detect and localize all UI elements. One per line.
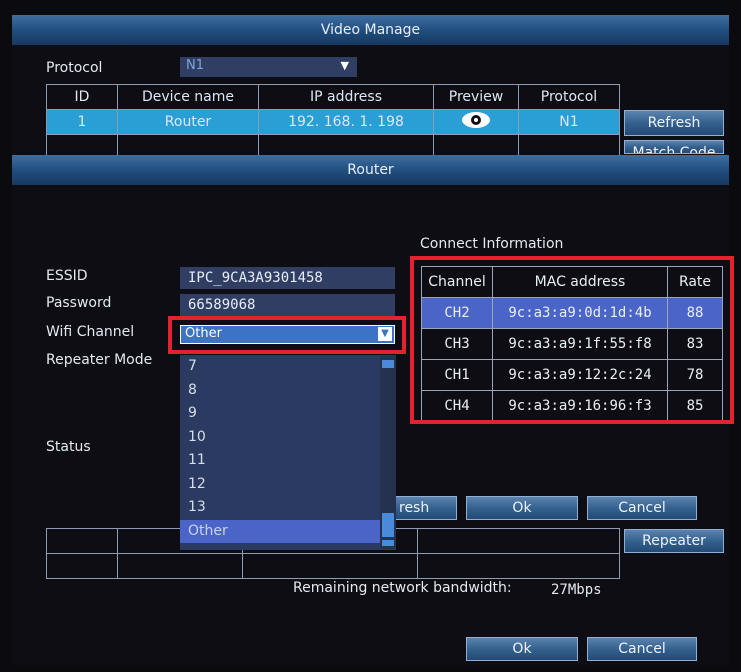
dropdown-option-12[interactable]: 12 — [180, 473, 396, 497]
protocol-label: Protocol — [46, 60, 103, 76]
dropdown-option-other[interactable]: Other — [180, 519, 396, 543]
router-title-bar: Router — [12, 155, 729, 185]
col-preview: Preview — [433, 84, 519, 110]
wifi-channel-dropdown[interactable]: 7 8 9 10 11 12 13 Other — [180, 355, 396, 550]
match-code-label: Match Code — [632, 145, 716, 154]
dropdown-option-8[interactable]: 8 — [180, 379, 396, 403]
bandwidth-value: 27Mbps — [551, 582, 602, 598]
match-code-button[interactable]: Match Code — [624, 140, 724, 154]
dropdown-option-7[interactable]: 7 — [180, 355, 396, 379]
chevron-down-icon: ▼ — [340, 59, 349, 72]
wifi-channel-highlight-box — [168, 316, 406, 354]
device-table-header: ID Device name IP address Preview Protoc… — [46, 84, 620, 110]
bandwidth-label: Remaining network bandwidth: — [293, 580, 512, 596]
col-protocol: Protocol — [518, 84, 620, 110]
repeater-mode-label: Repeater Mode — [46, 352, 153, 368]
table-row[interactable]: 1 Router 192. 168. 1. 198 N1 — [46, 109, 620, 135]
router-ok-button[interactable]: Ok — [466, 496, 578, 520]
video-manage-title: Video Manage — [320, 22, 421, 38]
wifi-channel-label: Wifi Channel — [46, 324, 135, 340]
row-id: 1 — [46, 109, 118, 135]
router-refresh-button[interactable]: resh — [395, 496, 457, 520]
row-device: Router — [117, 109, 259, 135]
protocol-select-value: N1 — [186, 58, 204, 73]
repeater-button[interactable]: Repeater — [624, 529, 724, 553]
password-field[interactable]: 66589068 — [180, 294, 395, 316]
scrollbar-top-arrow[interactable] — [382, 360, 394, 368]
password-label: Password — [46, 295, 112, 311]
router-cancel-button[interactable]: Cancel — [587, 496, 697, 520]
scrollbar-thumb[interactable] — [382, 513, 394, 537]
preview-cell[interactable] — [433, 109, 519, 135]
device-table: ID Device name IP address Preview Protoc… — [46, 84, 620, 160]
eye-icon[interactable] — [461, 111, 491, 129]
table-row — [46, 553, 620, 579]
col-ip-address: IP address — [258, 84, 434, 110]
dropdown-option-9[interactable]: 9 — [180, 402, 396, 426]
col-device-name: Device name — [117, 84, 259, 110]
row-ip: 192. 168. 1. 198 — [258, 109, 434, 135]
video-manage-title-bar: Video Manage — [12, 15, 729, 45]
router-title: Router — [347, 162, 394, 178]
cancel-button[interactable]: Cancel — [587, 637, 697, 661]
dropdown-option-10[interactable]: 10 — [180, 426, 396, 450]
protocol-select[interactable]: N1 ▼ — [180, 57, 357, 77]
scrollbar-bottom-arrow[interactable] — [382, 540, 394, 546]
dropdown-option-11[interactable]: 11 — [180, 449, 396, 473]
ok-button[interactable]: Ok — [466, 637, 578, 661]
dropdown-scrollbar[interactable] — [380, 356, 396, 549]
refresh-button[interactable]: Refresh — [624, 110, 724, 136]
status-label: Status — [46, 439, 91, 455]
connect-info-highlight-box — [410, 256, 734, 424]
connect-info-title: Connect Information — [420, 236, 564, 252]
essid-field[interactable]: IPC_9CA3A9301458 — [180, 267, 395, 289]
col-id: ID — [46, 84, 118, 110]
essid-label: ESSID — [46, 268, 88, 284]
row-protocol: N1 — [518, 109, 620, 135]
dropdown-option-13[interactable]: 13 — [180, 496, 396, 520]
